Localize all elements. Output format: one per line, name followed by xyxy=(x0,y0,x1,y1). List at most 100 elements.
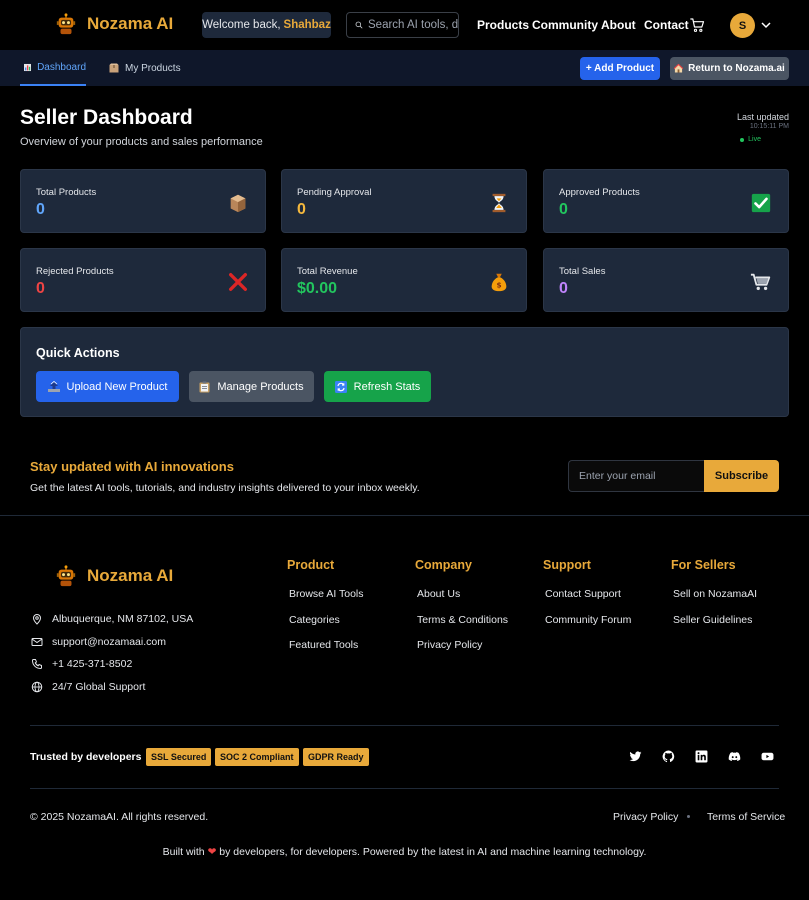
nav-about[interactable]: About xyxy=(601,18,636,32)
quick-actions-title: Quick Actions xyxy=(36,346,120,360)
user-avatar[interactable]: S xyxy=(730,13,755,38)
badge-ssl: SSL Secured xyxy=(146,748,212,766)
brand-name: Nozama AI xyxy=(87,14,174,33)
footer-link-seller-guidelines[interactable]: Seller Guidelines xyxy=(673,614,752,626)
last-updated-label: Last updated xyxy=(736,112,789,122)
return-button[interactable]: Return to Nozama.ai xyxy=(670,57,789,80)
home-icon xyxy=(674,64,684,73)
footer-col-sellers-title: For Sellers xyxy=(671,558,736,572)
footer-link-sell-on-nozama[interactable]: Sell on NozamaAI xyxy=(673,588,757,600)
footer-link-about-us[interactable]: About Us xyxy=(417,588,460,600)
contact-address: Albuquerque, NM 87102, USA xyxy=(31,613,193,625)
nav-contact[interactable]: Contact xyxy=(644,18,689,32)
stat-value: 0 xyxy=(559,201,568,218)
money-bag-icon: $ xyxy=(491,273,507,292)
upload-icon xyxy=(47,380,60,392)
legal-privacy-link[interactable]: Privacy Policy xyxy=(613,811,678,823)
stat-card-total-products: Total Products 0 xyxy=(20,169,266,233)
stat-value: 0 xyxy=(297,201,306,218)
chevron-down-icon[interactable] xyxy=(761,21,771,29)
footer-link-contact-support[interactable]: Contact Support xyxy=(545,588,621,600)
contact-phone[interactable]: +1 425-371-8502 xyxy=(31,658,132,670)
package-icon xyxy=(109,63,119,73)
footer-divider xyxy=(30,788,779,789)
brand-logo[interactable]: Nozama AI xyxy=(55,13,173,35)
copyright: © 2025 NozamaAI. All rights reserved. xyxy=(30,811,209,823)
discord-icon[interactable] xyxy=(728,750,741,763)
globe-icon xyxy=(31,681,43,693)
refresh-icon xyxy=(334,380,347,393)
footer-col-support-title: Support xyxy=(543,558,591,572)
tab-dashboard[interactable]: Dashboard xyxy=(20,50,86,86)
hourglass-icon xyxy=(492,193,506,213)
nav-community[interactable]: Community xyxy=(532,18,598,32)
stat-card-revenue: Total Revenue $0.00 $ xyxy=(281,248,527,312)
newsletter-title: Stay updated with AI innovations xyxy=(30,459,234,474)
legal-terms-link[interactable]: Terms of Service xyxy=(707,811,785,823)
add-product-button[interactable]: + Add Product xyxy=(580,57,660,80)
footer-col-product-title: Product xyxy=(287,558,335,572)
last-updated-time: 10:15:11 PM xyxy=(749,123,789,130)
twitter-icon[interactable] xyxy=(629,750,642,763)
cross-icon xyxy=(229,273,247,291)
tab-my-products[interactable]: My Products xyxy=(109,50,181,86)
badge-soc2: SOC 2 Compliant xyxy=(215,748,299,766)
footer-brand-name: Nozama AI xyxy=(87,566,174,585)
built-with-line: Built with ❤ by developers, for develope… xyxy=(162,846,647,858)
clipboard-icon xyxy=(199,381,210,392)
contact-email[interactable]: support@nozamaai.com xyxy=(31,636,166,648)
trusted-label: Trusted by developers xyxy=(30,751,142,763)
stat-value: 0 xyxy=(559,280,568,297)
search-input[interactable] xyxy=(368,19,458,31)
live-indicator: Live xyxy=(740,136,761,143)
robot-logo-icon xyxy=(55,565,77,587)
contact-support: 24/7 Global Support xyxy=(31,681,145,693)
location-pin-icon xyxy=(32,614,42,625)
newsletter-subtitle: Get the latest AI tools, tutorials, and … xyxy=(30,482,420,494)
robot-logo-icon xyxy=(55,13,77,35)
footer-divider xyxy=(30,725,779,726)
youtube-icon[interactable] xyxy=(761,750,774,763)
footer-col-company-title: Company xyxy=(415,558,472,572)
check-icon xyxy=(751,193,771,213)
manage-products-button[interactable]: Manage Products xyxy=(189,371,314,402)
refresh-stats-button[interactable]: Refresh Stats xyxy=(324,371,431,402)
stat-card-pending: Pending Approval 0 xyxy=(281,169,527,233)
stat-value: 0 xyxy=(36,201,45,218)
cart-icon[interactable] xyxy=(689,17,706,33)
linkedin-icon[interactable] xyxy=(695,750,708,763)
cart-icon xyxy=(750,273,771,291)
newsletter-email-input[interactable] xyxy=(568,460,705,492)
nav-products[interactable]: Products xyxy=(477,18,529,32)
phone-icon xyxy=(32,659,42,669)
stat-value: $0.00 xyxy=(297,280,338,297)
quick-actions-panel: Quick Actions Upload New Product Manage … xyxy=(20,327,789,417)
footer-link-privacy[interactable]: Privacy Policy xyxy=(417,639,482,651)
subscribe-button[interactable]: Subscribe xyxy=(704,460,779,492)
search-box[interactable] xyxy=(346,12,459,38)
search-icon xyxy=(355,21,363,29)
stat-card-sales: Total Sales 0 xyxy=(543,248,789,312)
footer-link-featured-tools[interactable]: Featured Tools xyxy=(289,639,358,651)
footer-link-community-forum[interactable]: Community Forum xyxy=(545,614,631,626)
mail-icon xyxy=(31,638,43,646)
stat-value: 0 xyxy=(36,280,45,297)
page-title: Seller Dashboard xyxy=(20,106,193,129)
footer-divider xyxy=(0,515,809,516)
stat-card-rejected: Rejected Products 0 xyxy=(20,248,266,312)
badge-gdpr: GDPR Ready xyxy=(303,748,369,766)
box-icon xyxy=(230,194,246,213)
live-dot xyxy=(740,137,745,142)
footer-brand-logo[interactable]: Nozama AI xyxy=(55,565,173,587)
footer-link-terms[interactable]: Terms & Conditions xyxy=(417,614,508,626)
svg-text:$: $ xyxy=(496,281,501,290)
footer-link-categories[interactable]: Categories xyxy=(289,614,340,626)
page-subtitle: Overview of your products and sales perf… xyxy=(20,136,263,148)
footer-link-browse-tools[interactable]: Browse AI Tools xyxy=(289,588,364,600)
upload-product-button[interactable]: Upload New Product xyxy=(36,371,179,402)
stat-card-approved: Approved Products 0 xyxy=(543,169,789,233)
heart-icon: ❤ xyxy=(207,846,217,858)
welcome-username: Shahbaz xyxy=(283,19,331,31)
github-icon[interactable] xyxy=(662,750,675,763)
welcome-message: Welcome back, Shahbaz xyxy=(202,12,331,38)
